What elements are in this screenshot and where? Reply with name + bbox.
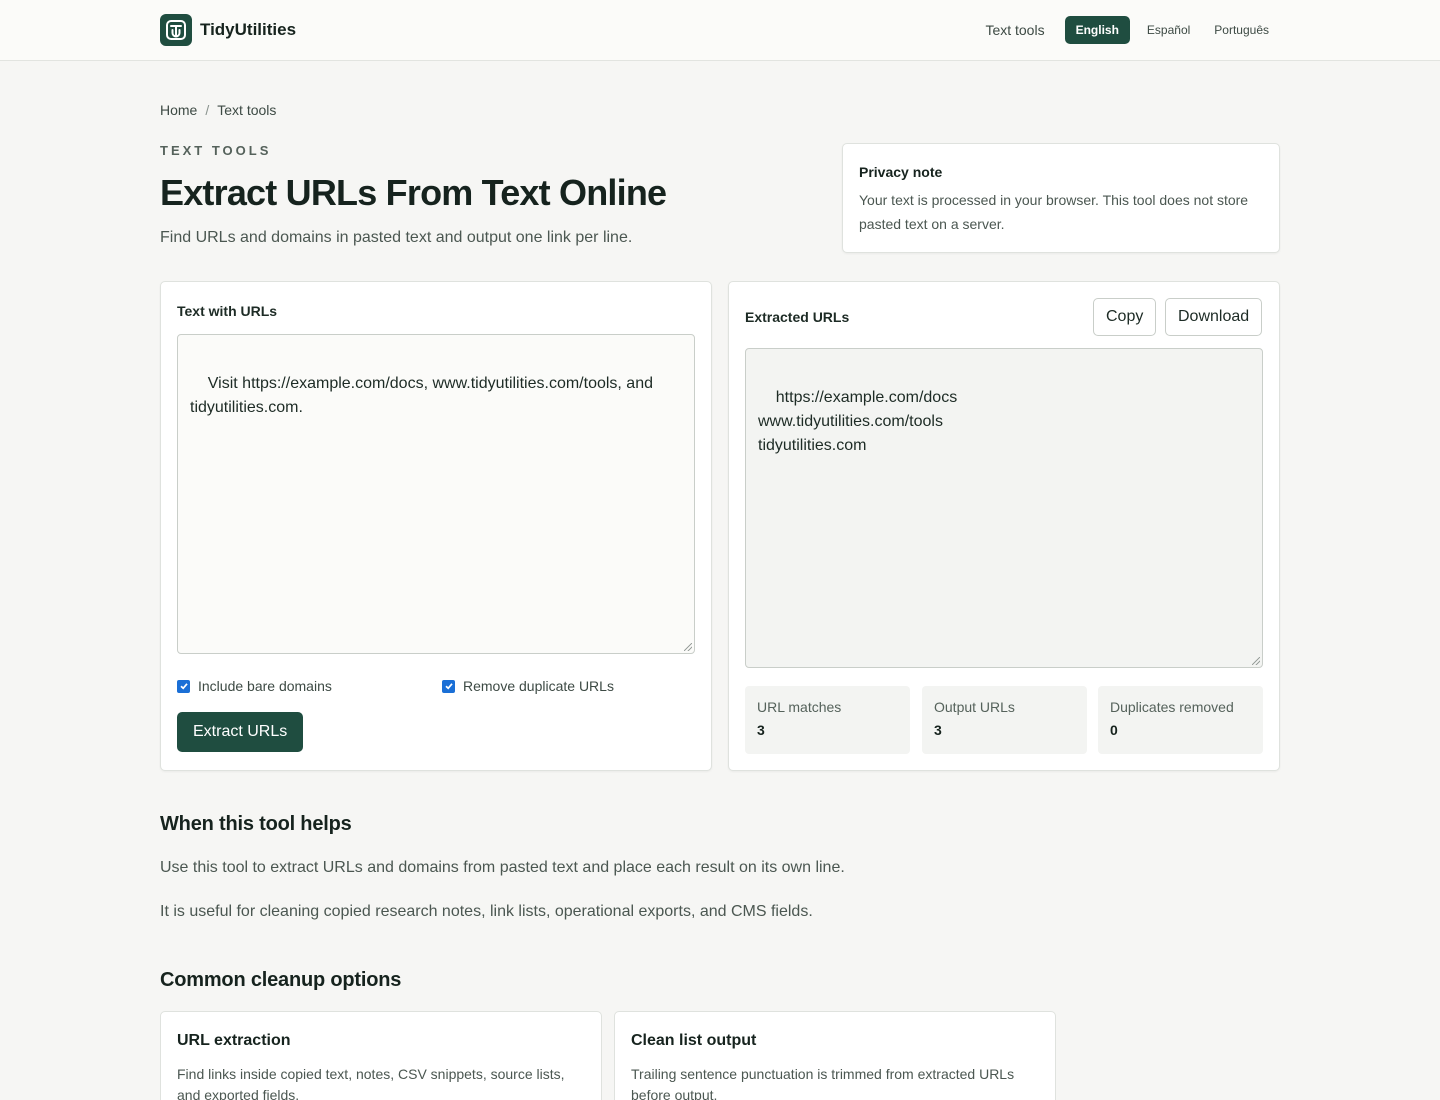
nav-text-tools[interactable]: Text tools [985,22,1044,38]
stat-label: Duplicates removed [1110,699,1234,715]
checkbox-checked-icon [177,679,190,693]
card-title: Clean list output [631,1032,757,1049]
remove-duplicates-label: Remove duplicate URLs [463,678,614,694]
stat-duplicates-removed: Duplicates removed 0 [1098,686,1263,754]
input-panel: Text with URLs Visit https://example.com… [160,281,712,771]
input-label: Text with URLs [177,303,278,319]
card-url-extraction: URL extraction Find links inside copied … [160,1011,602,1100]
eyebrow: TEXT TOOLS [160,143,272,158]
output-text: https://example.com/docs www.tidyutiliti… [758,389,958,454]
checkbox-checked-icon [442,679,455,693]
output-label: Extracted URLs [745,309,850,325]
privacy-text: Your text is processed in your browser. … [859,192,1249,232]
stat-value: 0 [1110,722,1118,738]
card-text: Trailing sentence punctuation is trimmed… [631,1066,1015,1100]
breadcrumb-current[interactable]: Text tools [217,102,276,118]
input-text: Visit https://example.com/docs, www.tidy… [190,375,658,416]
card-text: Find links inside copied text, notes, CS… [177,1066,565,1100]
lang-english[interactable]: English [1064,16,1130,44]
stat-label: URL matches [757,699,842,715]
page-title: Extract URLs From Text Online [160,172,667,213]
main-nav: Text tools English Español Português [985,16,1280,44]
page-description: Find URLs and domains in pasted text and… [160,229,633,246]
card-clean-list-output: Clean list output Trailing sentence punc… [614,1011,1056,1100]
stat-value: 3 [934,722,942,738]
breadcrumb-home[interactable]: Home [160,102,197,118]
brand-link[interactable]: TidyUtilities [160,14,296,46]
resize-handle[interactable] [684,643,692,651]
stat-value: 3 [757,722,765,738]
stat-label: Output URLs [934,699,1015,715]
breadcrumb-separator: / [205,102,210,118]
privacy-note: Privacy note Your text is processed in y… [842,143,1280,253]
stat-output-urls: Output URLs 3 [922,686,1087,754]
options-heading: Common cleanup options [160,969,402,991]
remove-duplicates-checkbox[interactable]: Remove duplicate URLs [442,678,614,694]
when-paragraph-1: Use this tool to extract URLs and domain… [160,859,845,876]
download-button[interactable]: Download [1165,298,1263,336]
card-title: URL extraction [177,1032,291,1049]
copy-button[interactable]: Copy [1093,298,1157,336]
output-panel: Extracted URLs Copy Download https://exa… [728,281,1280,771]
include-bare-domains-checkbox[interactable]: Include bare domains [177,678,332,694]
resize-handle[interactable] [1252,657,1260,665]
input-textarea[interactable]: Visit https://example.com/docs, www.tidy… [177,334,695,654]
when-heading: When this tool helps [160,813,352,835]
privacy-title: Privacy note [859,164,943,180]
lang-espanol[interactable]: Español [1136,16,1201,44]
output-textarea[interactable]: https://example.com/docs www.tidyutiliti… [745,348,1263,668]
extract-urls-button[interactable]: Extract URLs [177,712,304,752]
brand-name: TidyUtilities [200,20,297,39]
top-bar: TidyUtilities Text tools English Español… [0,0,1440,61]
when-paragraph-2: It is useful for cleaning copied researc… [160,903,813,920]
breadcrumb: Home / Text tools [160,102,276,118]
lang-portugues[interactable]: Português [1203,16,1280,44]
stat-url-matches: URL matches 3 [745,686,910,754]
include-bare-domains-label: Include bare domains [198,678,332,694]
logo-icon [160,14,192,46]
